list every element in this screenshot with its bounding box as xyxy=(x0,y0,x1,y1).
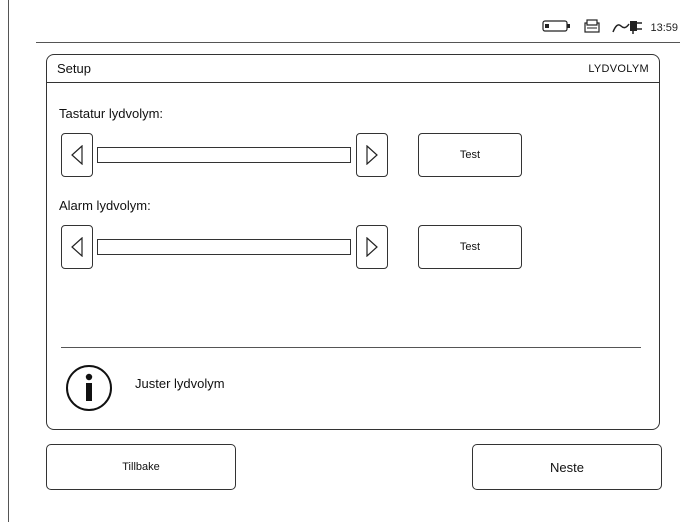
screen-left-edge xyxy=(8,0,9,522)
keyboard-volume-test-button[interactable]: Test xyxy=(418,133,522,177)
alarm-volume-decrease-button[interactable] xyxy=(61,225,93,269)
triangle-right-icon xyxy=(366,145,378,165)
page-title: Setup xyxy=(57,61,91,76)
keyboard-volume-slider[interactable] xyxy=(97,147,351,163)
back-button[interactable]: Tillbake xyxy=(46,444,236,490)
keyboard-volume-decrease-button[interactable] xyxy=(61,133,93,177)
status-bar: 13:59 xyxy=(542,18,680,38)
alarm-volume-test-button[interactable]: Test xyxy=(418,225,522,269)
clock: 13:59 xyxy=(650,22,678,34)
info-icon xyxy=(65,364,113,417)
power-plug-icon xyxy=(612,18,644,39)
alarm-volume-increase-button[interactable] xyxy=(356,225,388,269)
triangle-left-icon xyxy=(71,145,83,165)
next-button-label: Neste xyxy=(550,459,584,475)
keyboard-volume-label: Tastatur lydvolym: xyxy=(59,106,164,121)
printer-icon xyxy=(584,18,601,38)
panel-header: Setup LYDVOLYM xyxy=(47,55,659,83)
info-divider xyxy=(61,347,641,348)
next-button[interactable]: Neste xyxy=(472,444,662,490)
triangle-left-icon xyxy=(71,237,83,257)
setup-panel: Setup LYDVOLYM Tastatur lydvolym: Test A… xyxy=(46,54,660,430)
alarm-volume-slider[interactable] xyxy=(97,239,351,255)
info-message: Juster lydvolym xyxy=(135,376,225,391)
alarm-volume-label: Alarm lydvolym: xyxy=(59,198,151,213)
back-button-label: Tillbake xyxy=(122,461,160,473)
page-subtitle: LYDVOLYM xyxy=(588,62,649,75)
triangle-right-icon xyxy=(366,237,378,257)
status-divider xyxy=(36,42,680,43)
keyboard-volume-increase-button[interactable] xyxy=(356,133,388,177)
battery-icon xyxy=(542,19,572,37)
